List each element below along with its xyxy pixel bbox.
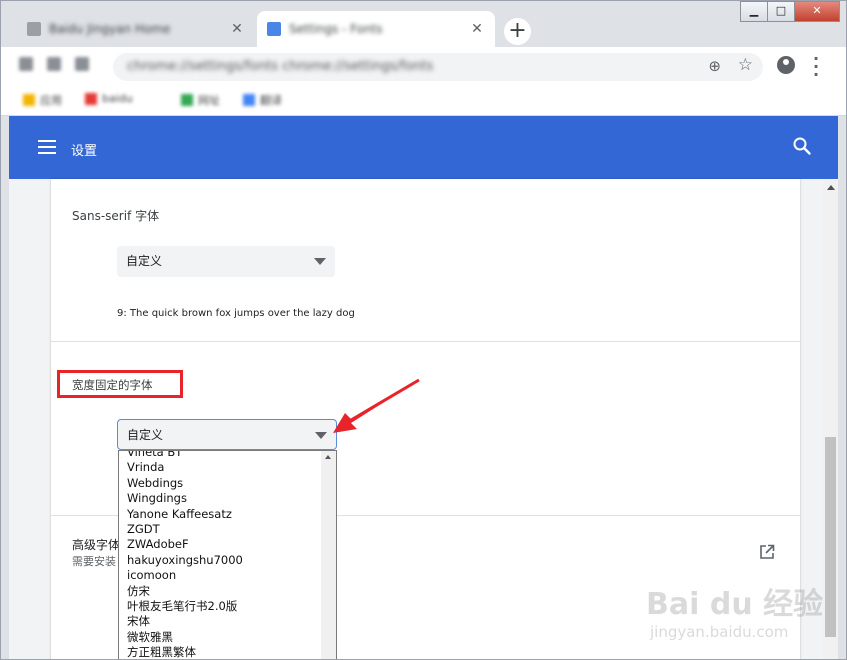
annotation-arrow-icon — [333, 378, 420, 433]
watermark-url: jingyan.baidu.com — [650, 623, 789, 641]
browser-window: Baidu Jingyan Home ✕ Settings - Fonts ✕ … — [0, 0, 847, 660]
watermark-logo: Bai du 经验 — [646, 587, 824, 622]
